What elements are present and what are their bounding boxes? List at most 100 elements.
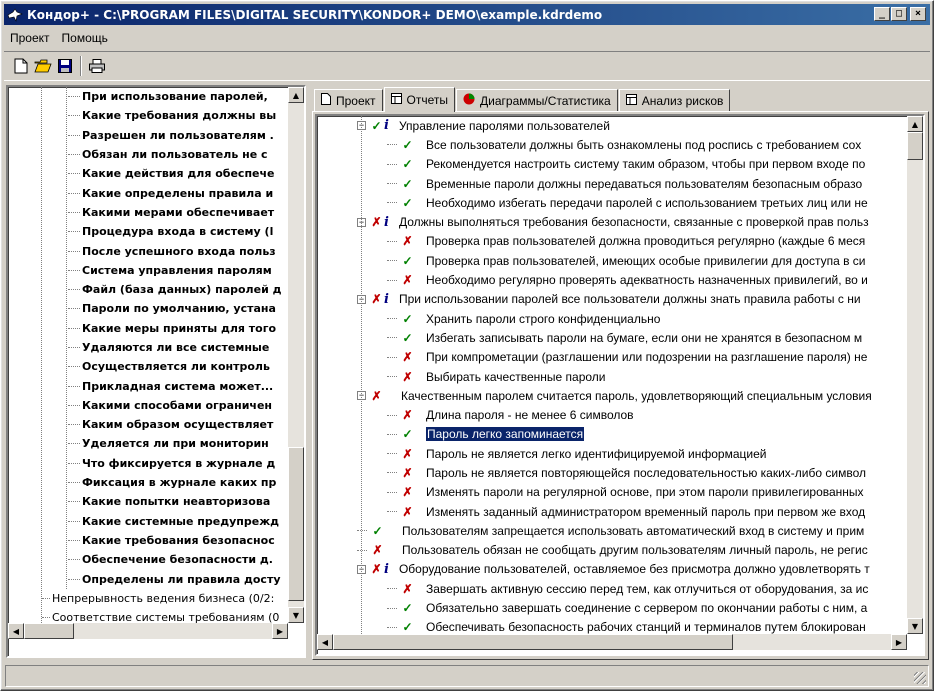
tree-connector xyxy=(68,289,80,291)
report-tree[interactable]: − ✓ i Управление паролями пользователей ✓ Все… xyxy=(315,114,925,656)
tree-question-item[interactable]: Какие меры приняты для того xyxy=(8,319,288,338)
report-item-row[interactable]: ✓ Проверка прав пользователей, имеющих ос… xyxy=(317,251,907,270)
report-item-row[interactable]: ✗ Пароль не является повторяющейся послед… xyxy=(317,463,907,482)
tree-question-item[interactable]: Какие попытки неавторизова xyxy=(8,492,288,511)
report-item-row[interactable]: ✗ При компрометации (разглашении или подо… xyxy=(317,348,907,367)
toolbar-separator xyxy=(80,56,82,76)
report-horizontal-scrollbar[interactable]: ◀ ▶ xyxy=(317,634,907,650)
report-group-row[interactable]: − ✗ i При использовании паролей все пользов… xyxy=(317,290,907,309)
title-bar[interactable]: Кондор+ - C:\PROGRAM FILES\DIGITAL SECUR… xyxy=(4,4,930,25)
scroll-up-arrow-icon[interactable]: ▲ xyxy=(907,116,923,132)
status-bar xyxy=(5,665,929,687)
tree-vertical-scrollbar[interactable]: ▲ ▼ xyxy=(288,87,304,623)
report-group-row[interactable]: ✗ Пользователь обязан не сообщать другим … xyxy=(317,541,907,560)
scroll-left-arrow-icon[interactable]: ◀ xyxy=(317,634,333,650)
menu-project[interactable]: Проект xyxy=(4,31,56,45)
tree-question-item[interactable]: Какие определены правила и xyxy=(8,183,288,202)
tree-connector xyxy=(387,202,397,204)
tab-diagrams[interactable]: Диаграммы/Статистика xyxy=(456,89,618,111)
resize-grip-icon[interactable] xyxy=(914,672,926,684)
report-item-row[interactable]: ✗ Пароль не является легко идентифицируем… xyxy=(317,444,907,463)
scroll-thumb[interactable] xyxy=(907,132,923,160)
window-title: Кондор+ - C:\PROGRAM FILES\DIGITAL SECUR… xyxy=(27,7,603,22)
scroll-right-arrow-icon[interactable]: ▶ xyxy=(272,623,288,639)
tree-section-item[interactable]: Соответствие системы требованиям (0 xyxy=(8,608,288,623)
report-group-row[interactable]: − ✗ Качественным паролем считается пароль,… xyxy=(317,386,907,405)
report-item-row[interactable]: ✗ Выбирать качественные пароли xyxy=(317,367,907,386)
report-tree-list: − ✓ i Управление паролями пользователей ✓ Все… xyxy=(317,116,907,634)
open-icon[interactable] xyxy=(32,55,54,77)
tree-question-item[interactable]: Система управления паролям xyxy=(8,261,288,280)
report-vertical-scrollbar[interactable]: ▲ ▼ xyxy=(907,116,923,634)
tree-question-item[interactable]: Какие системные предупрежд xyxy=(8,512,288,531)
report-item-row[interactable]: ✓ Хранить пароли строго конфиденциально xyxy=(317,309,907,328)
report-item-row[interactable]: ✗ Изменять пароли на регулярной основе, п… xyxy=(317,483,907,502)
report-item-row[interactable]: ✓ Обязательно завершать соединение с серв… xyxy=(317,598,907,617)
report-group-row[interactable]: − ✗ i Должны выполняться требования безопас… xyxy=(317,212,907,231)
tree-question-item[interactable]: Фиксация в журнале каких пр xyxy=(8,473,288,492)
info-icon[interactable]: i xyxy=(384,562,389,577)
scroll-up-arrow-icon[interactable]: ▲ xyxy=(288,87,304,103)
tree-question-item[interactable]: Пароли по умолчанию, устана xyxy=(8,299,288,318)
tree-question-item[interactable]: Какими мерами обеспечивает xyxy=(8,203,288,222)
scroll-right-arrow-icon[interactable]: ▶ xyxy=(891,634,907,650)
report-item-row[interactable]: ✗ Необходимо регулярно проверять адекватн… xyxy=(317,270,907,289)
tree-question-item[interactable]: Разрешен ли пользователям . xyxy=(8,126,288,145)
menu-help[interactable]: Помощь xyxy=(56,31,114,45)
tree-question-item[interactable]: Процедура входа в систему (l xyxy=(8,222,288,241)
minimize-button[interactable]: _ xyxy=(874,7,890,21)
tree-question-item[interactable]: Удаляются ли все системные xyxy=(8,338,288,357)
tree-question-item[interactable]: Осуществляется ли контроль xyxy=(8,357,288,376)
tree-question-item[interactable]: Какие требования безопаснос xyxy=(8,531,288,550)
report-group-row[interactable]: − ✗ i Оборудование пользователей, оставляем… xyxy=(317,560,907,579)
tree-question-item[interactable]: После успешного входа польз xyxy=(8,241,288,260)
scroll-down-arrow-icon[interactable]: ▼ xyxy=(288,607,304,623)
tree-question-item[interactable]: Прикладная система может... xyxy=(8,376,288,395)
report-item-row[interactable]: ✓ Обеспечивать безопасность рабочих станц… xyxy=(317,618,907,634)
report-item-row[interactable]: ✓ Все пользователи должны быть ознакомлен… xyxy=(317,135,907,154)
tree-question-item[interactable]: Уделяется ли при мониторин xyxy=(8,434,288,453)
tree-question-item[interactable]: Что фиксируется в журнале д xyxy=(8,454,288,473)
tree-question-item[interactable]: Какие требования должны вы xyxy=(8,106,288,125)
tree-question-item[interactable]: Файл (база данных) паролей д xyxy=(8,280,288,299)
report-item-row[interactable]: ✗ Проверка прав пользователей должна пров… xyxy=(317,232,907,251)
info-icon[interactable]: i xyxy=(384,292,389,307)
tree-section-item[interactable]: Непрерывность ведения бизнеса (0/2: xyxy=(8,589,288,608)
print-icon[interactable] xyxy=(86,55,108,77)
report-item-row[interactable]: ✓ Временные пароли должны передаваться по… xyxy=(317,174,907,193)
report-group-row[interactable]: ✓ Пользователям запрещается использовать … xyxy=(317,521,907,540)
tree-question-item[interactable]: Каким образом осуществляет xyxy=(8,415,288,434)
report-item-row[interactable]: ✓ Пароль легко запоминается xyxy=(317,425,907,444)
report-item-row[interactable]: ✓ Избегать записывать пароли на бумаге, е… xyxy=(317,328,907,347)
scroll-thumb[interactable] xyxy=(333,634,733,650)
report-item-row[interactable]: ✗ Изменять заданный администратором време… xyxy=(317,502,907,521)
new-icon[interactable] xyxy=(10,55,32,77)
maximize-button[interactable]: □ xyxy=(891,7,907,21)
scroll-thumb[interactable] xyxy=(24,623,74,639)
scroll-left-arrow-icon[interactable]: ◀ xyxy=(8,623,24,639)
scroll-down-arrow-icon[interactable]: ▼ xyxy=(907,618,923,634)
tree-connector xyxy=(42,597,50,599)
save-icon[interactable] xyxy=(54,55,76,77)
info-icon[interactable]: i xyxy=(384,118,389,133)
scroll-thumb[interactable] xyxy=(288,447,304,601)
tab-reports[interactable]: Отчеты xyxy=(383,87,456,112)
tree-horizontal-scrollbar[interactable]: ◀ ▶ xyxy=(8,623,288,639)
report-item-row[interactable]: ✗ Завершать активную сессию перед тем, ка… xyxy=(317,579,907,598)
report-item-row[interactable]: ✗ Длина пароля - не менее 6 символов xyxy=(317,405,907,424)
report-item-row[interactable]: ✓ Необходимо избегать передачи паролей с … xyxy=(317,193,907,212)
tree-question-item[interactable]: Какими способами ограничен xyxy=(8,396,288,415)
close-button[interactable]: × xyxy=(910,7,926,21)
tab-project[interactable]: Проект xyxy=(314,89,383,111)
tree-question-item[interactable]: Определены ли правила досту xyxy=(8,569,288,588)
report-group-row[interactable]: − ✓ i Управление паролями пользователей xyxy=(317,116,907,135)
report-item-row[interactable]: ✓ Рекомендуется настроить систему таким о… xyxy=(317,155,907,174)
tree-question-item[interactable]: Обеспечение безопасности д. xyxy=(8,550,288,569)
question-tree[interactable]: При использование паролей, Какие требован… xyxy=(6,85,306,658)
tree-question-item[interactable]: При использование паролей, xyxy=(8,87,288,106)
tree-connector xyxy=(68,173,80,175)
tree-question-item[interactable]: Какие действия для обеспече xyxy=(8,164,288,183)
tab-risk-analysis[interactable]: Анализ рисков xyxy=(618,89,731,111)
tree-question-item[interactable]: Обязан ли пользователь не с xyxy=(8,145,288,164)
info-icon[interactable]: i xyxy=(384,215,389,230)
